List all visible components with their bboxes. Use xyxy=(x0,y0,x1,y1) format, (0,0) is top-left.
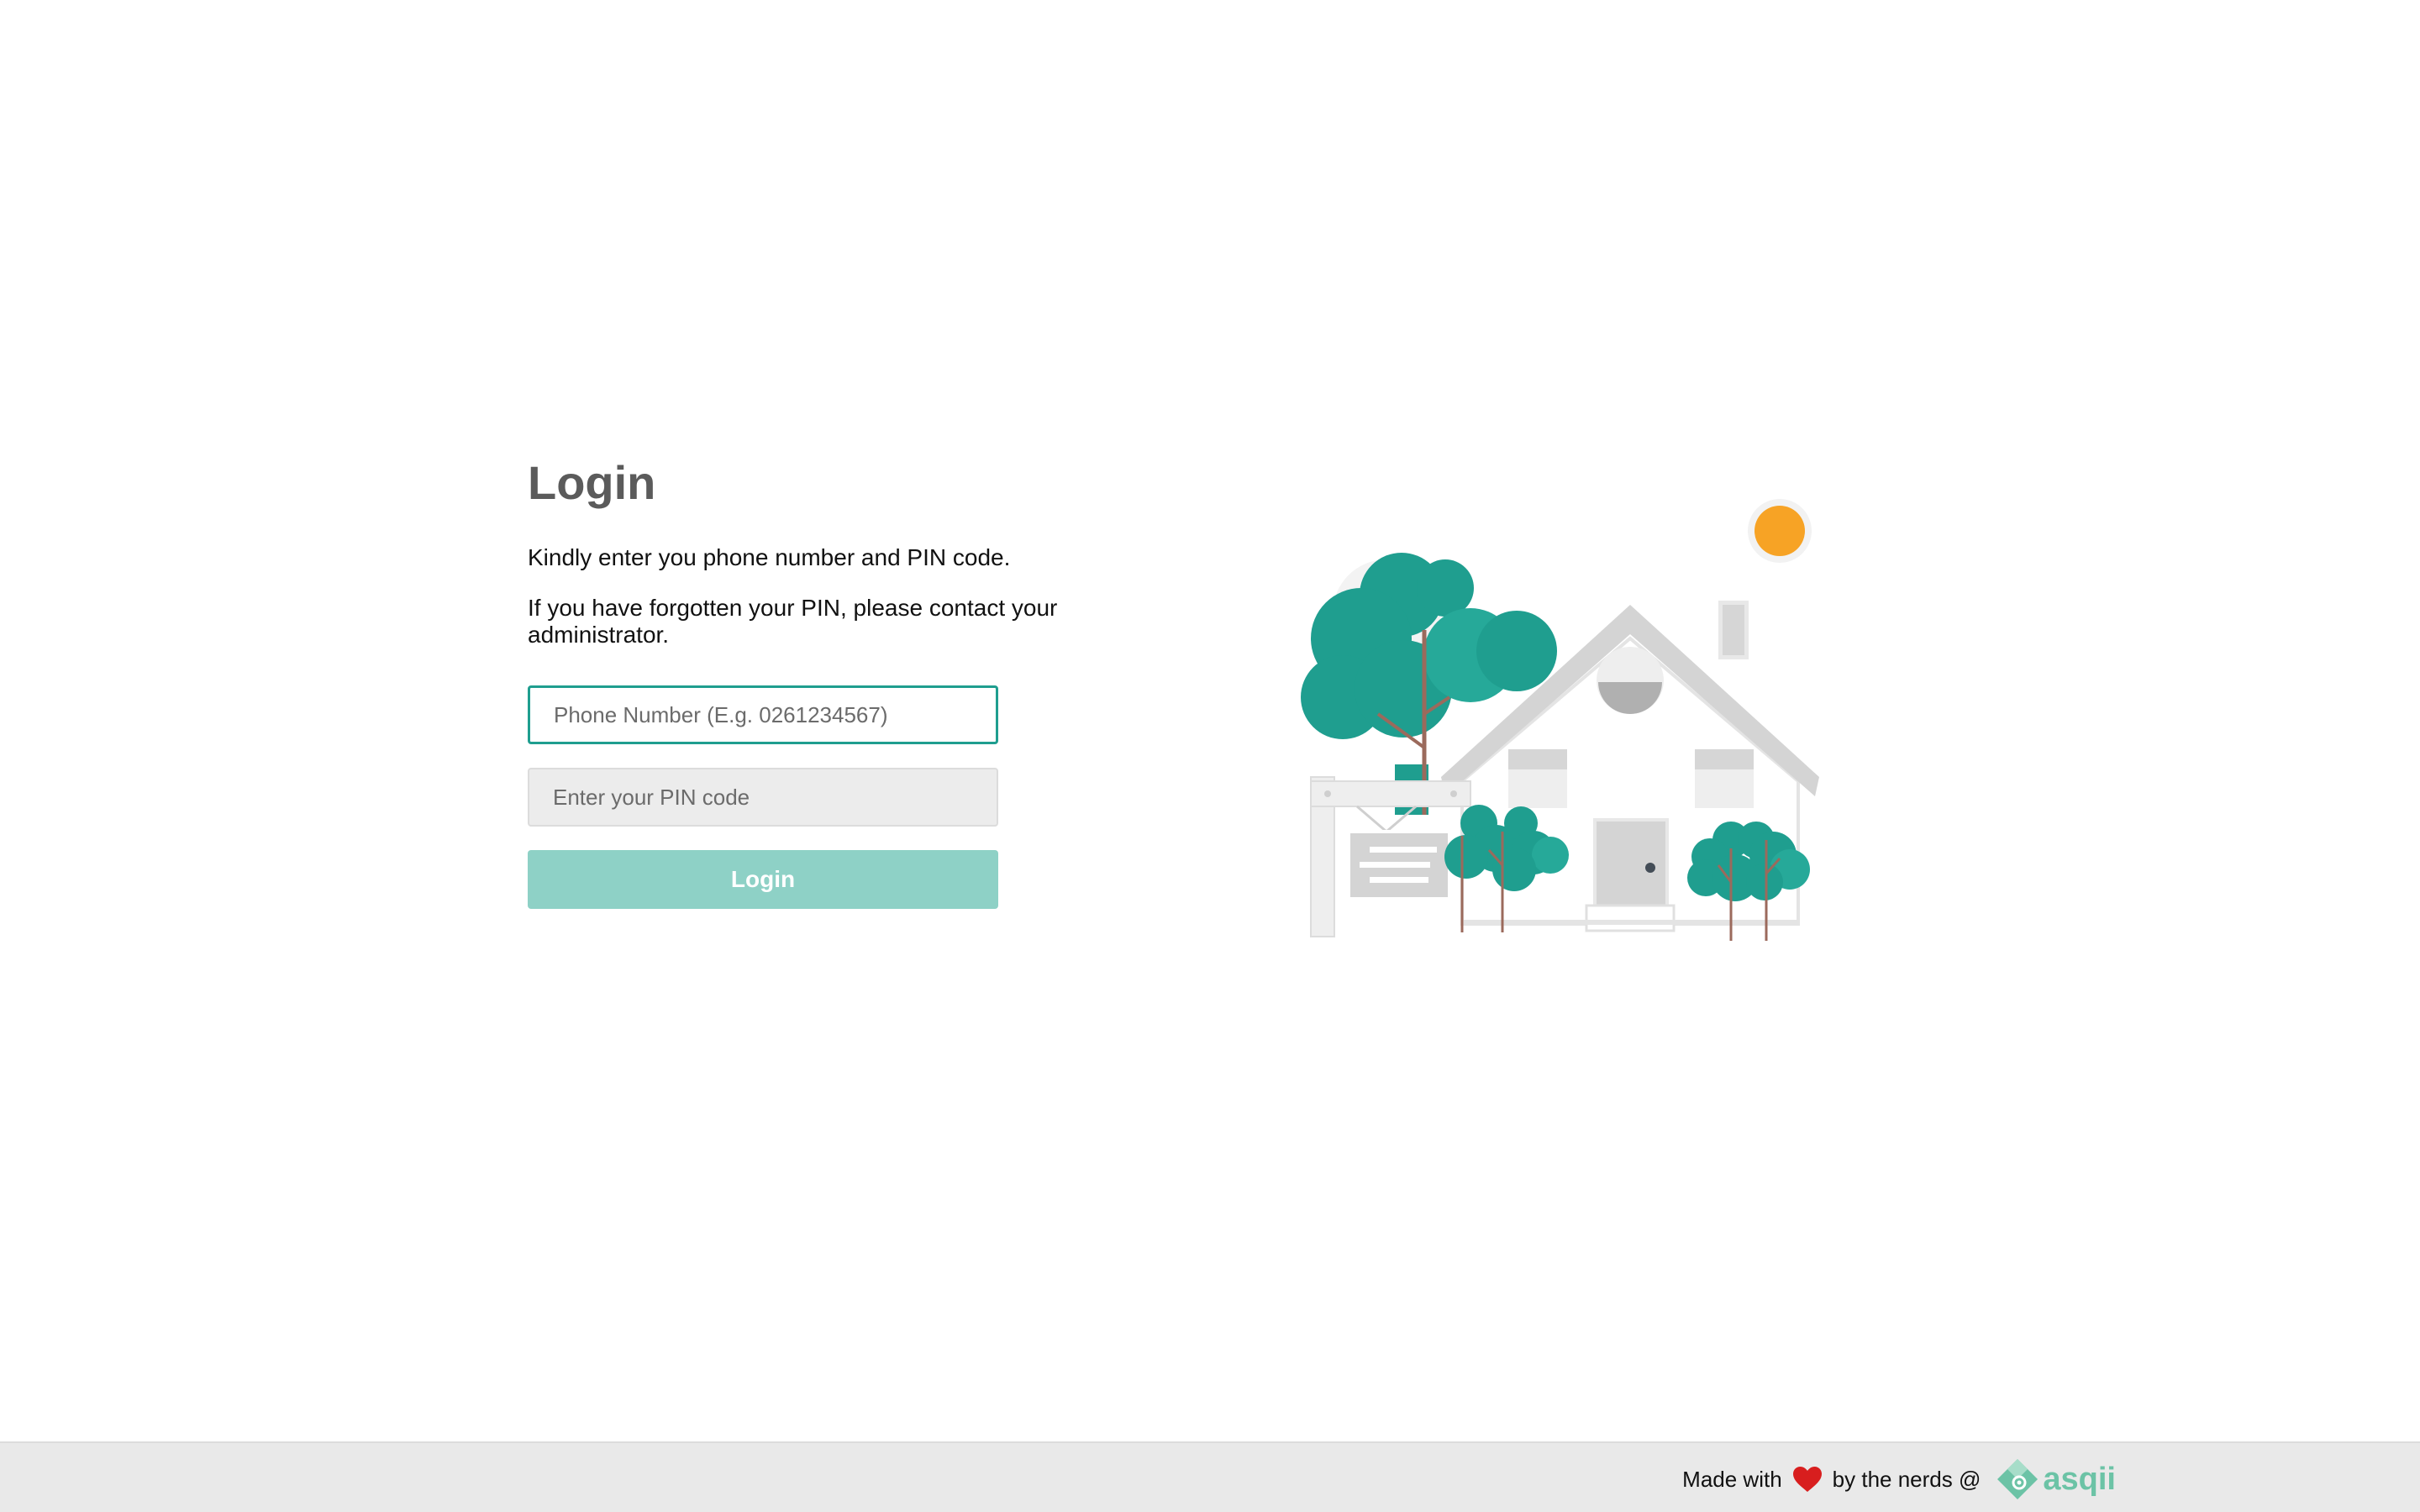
footer-credits: Made with by the nerds @ asqii xyxy=(1682,1458,2116,1500)
login-page: Login Kindly enter you phone number and … xyxy=(0,0,2420,1512)
house-illustration xyxy=(1301,499,1819,941)
asqii-logo-link[interactable]: asqii xyxy=(1994,1456,2116,1503)
sun-icon xyxy=(1754,506,1805,556)
page-title: Login xyxy=(528,456,656,509)
footer: Made with by the nerds @ asqii xyxy=(0,1441,2420,1512)
asqii-logo-icon xyxy=(1997,1459,2039,1499)
pin-code-input[interactable] xyxy=(528,768,998,827)
login-panel: Login Kindly enter you phone number and … xyxy=(528,445,1116,909)
login-form: Login xyxy=(528,685,998,909)
forgot-pin-text: If you have forgotten your PIN, please c… xyxy=(528,595,1058,648)
login-button[interactable]: Login xyxy=(528,850,998,909)
heart-icon xyxy=(1792,1467,1822,1492)
instruction-text: Kindly enter you phone number and PIN co… xyxy=(528,544,1011,570)
phone-number-input[interactable] xyxy=(528,685,998,744)
instructions: Kindly enter you phone number and PIN co… xyxy=(528,544,1116,648)
asqii-brand-name: asqii xyxy=(2043,1461,2116,1497)
made-with-text: Made with xyxy=(1682,1466,1782,1492)
by-nerds-text: by the nerds @ xyxy=(1832,1466,1981,1492)
